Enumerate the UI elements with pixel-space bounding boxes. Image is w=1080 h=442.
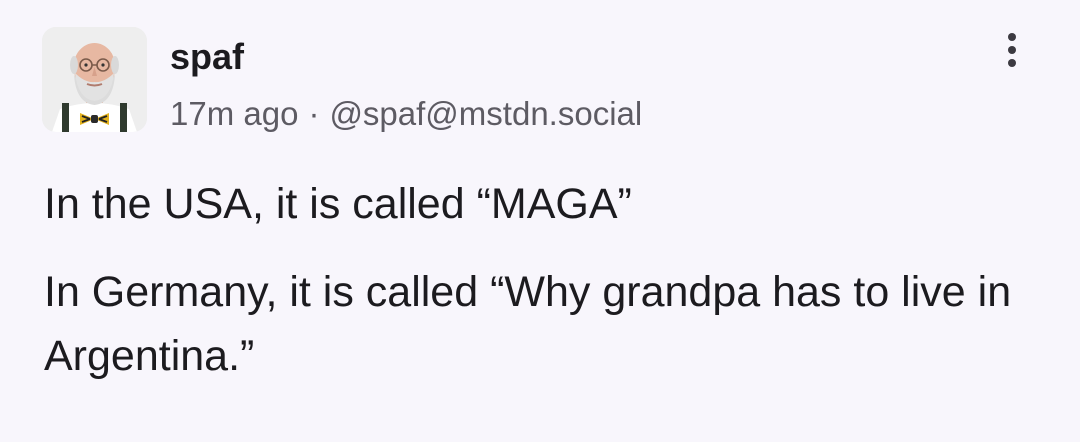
post-card: spaf 17m ago · @spaf@mstdn.social In the U… [0, 0, 1080, 442]
post-paragraph: In Germany, it is called “Why grandpa ha… [44, 268, 1012, 380]
more-options-button[interactable] [992, 28, 1032, 72]
author-handle[interactable]: @spaf@mstdn.social [329, 95, 642, 132]
more-vertical-icon [1008, 33, 1016, 67]
meta-separator: · [308, 95, 320, 132]
post-timestamp[interactable]: 17m ago [170, 95, 298, 132]
avatar-photo-icon [42, 27, 147, 132]
post-paragraph: In the USA, it is called “MAGA” [44, 180, 632, 228]
avatar[interactable] [42, 27, 147, 132]
post-content: In the USA, it is called “MAGA” In Germa… [44, 172, 1044, 388]
author-display-name[interactable]: spaf [170, 36, 244, 78]
post-meta: 17m ago · @spaf@mstdn.social [170, 94, 642, 134]
